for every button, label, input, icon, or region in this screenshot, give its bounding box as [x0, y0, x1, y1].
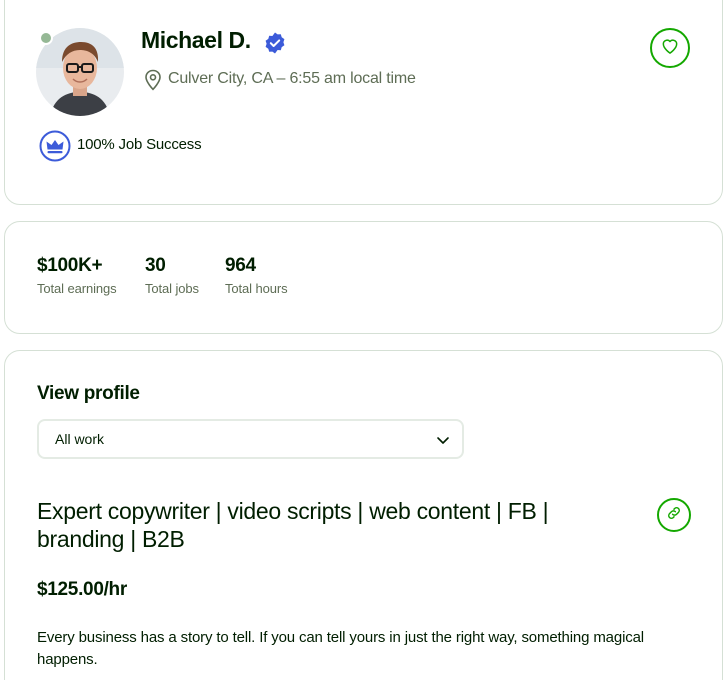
stat-value: 30	[145, 255, 166, 276]
save-favorite-button[interactable]	[650, 28, 690, 68]
avatar-container	[36, 28, 126, 116]
stat-total-hours: 964 Total hours	[225, 255, 288, 296]
crown-badge-icon	[39, 130, 71, 162]
select-value: All work	[55, 431, 105, 447]
stat-value: 964	[225, 255, 256, 276]
location-pin-icon	[144, 69, 162, 91]
freelancer-name: Michael D.	[141, 27, 251, 53]
work-filter-select[interactable]: All work	[37, 419, 464, 459]
stat-label: Total jobs	[145, 281, 199, 296]
job-success-label: 100% Job Success	[77, 136, 202, 153]
heart-icon	[660, 36, 680, 61]
stat-total-jobs: 30 Total jobs	[145, 255, 199, 296]
copy-link-button[interactable]	[657, 498, 691, 532]
section-title: View profile	[37, 383, 140, 404]
location-text: Culver City, CA – 6:55 am local time	[168, 70, 416, 87]
verified-badge-icon	[263, 31, 287, 55]
profile-overview: Every business has a story to tell. If y…	[37, 629, 644, 668]
stat-label: Total hours	[225, 281, 288, 296]
stat-total-earnings: $100K+ Total earnings	[37, 255, 117, 296]
chevron-down-icon	[436, 433, 450, 447]
link-icon	[666, 505, 682, 526]
stat-label: Total earnings	[37, 281, 117, 296]
stat-value: $100K+	[37, 255, 103, 276]
hourly-rate: $125.00/hr	[37, 579, 127, 600]
online-status-dot	[39, 31, 53, 45]
profile-headline: Expert copywriter | video scripts | web …	[37, 498, 549, 552]
